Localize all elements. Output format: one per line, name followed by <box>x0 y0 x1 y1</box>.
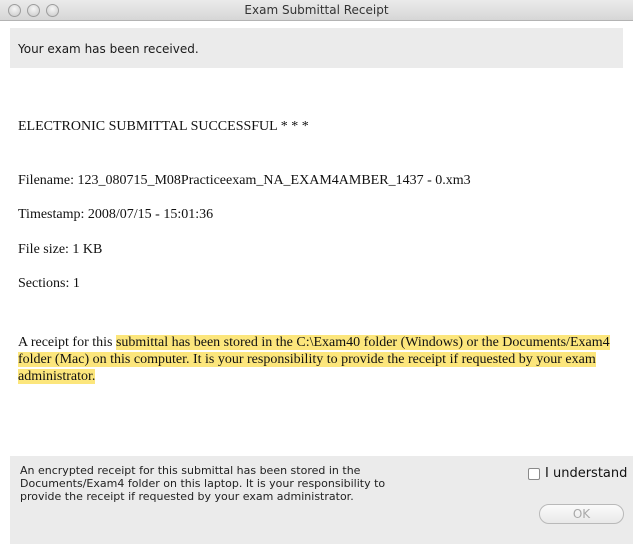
receipt-notice: A receipt for this submittal has been st… <box>18 334 633 385</box>
window-title: Exam Submittal Receipt <box>244 3 389 17</box>
submittal-status: ELECTRONIC SUBMITTAL SUCCESSFUL * * * <box>18 119 309 134</box>
receipt-notice-plain: A receipt for this <box>18 335 116 350</box>
ok-button[interactable]: OK <box>539 504 624 524</box>
understand-label[interactable]: I understand <box>545 466 627 481</box>
status-banner: Your exam has been received. <box>10 28 623 68</box>
sections-line: Sections: 1 <box>18 276 80 291</box>
footer-notice: An encrypted receipt for this submittal … <box>20 464 386 503</box>
understand-checkbox[interactable] <box>528 468 540 480</box>
filesize-line: File size: 1 KB <box>18 242 103 257</box>
filename-line: Filename: 123_080715_M08Practiceexam_NA_… <box>18 173 471 188</box>
timestamp-line: Timestamp: 2008/07/15 - 15:01:36 <box>18 207 214 222</box>
title-bar: Exam Submittal Receipt <box>0 0 633 21</box>
banner-message: Your exam has been received. <box>18 42 199 56</box>
